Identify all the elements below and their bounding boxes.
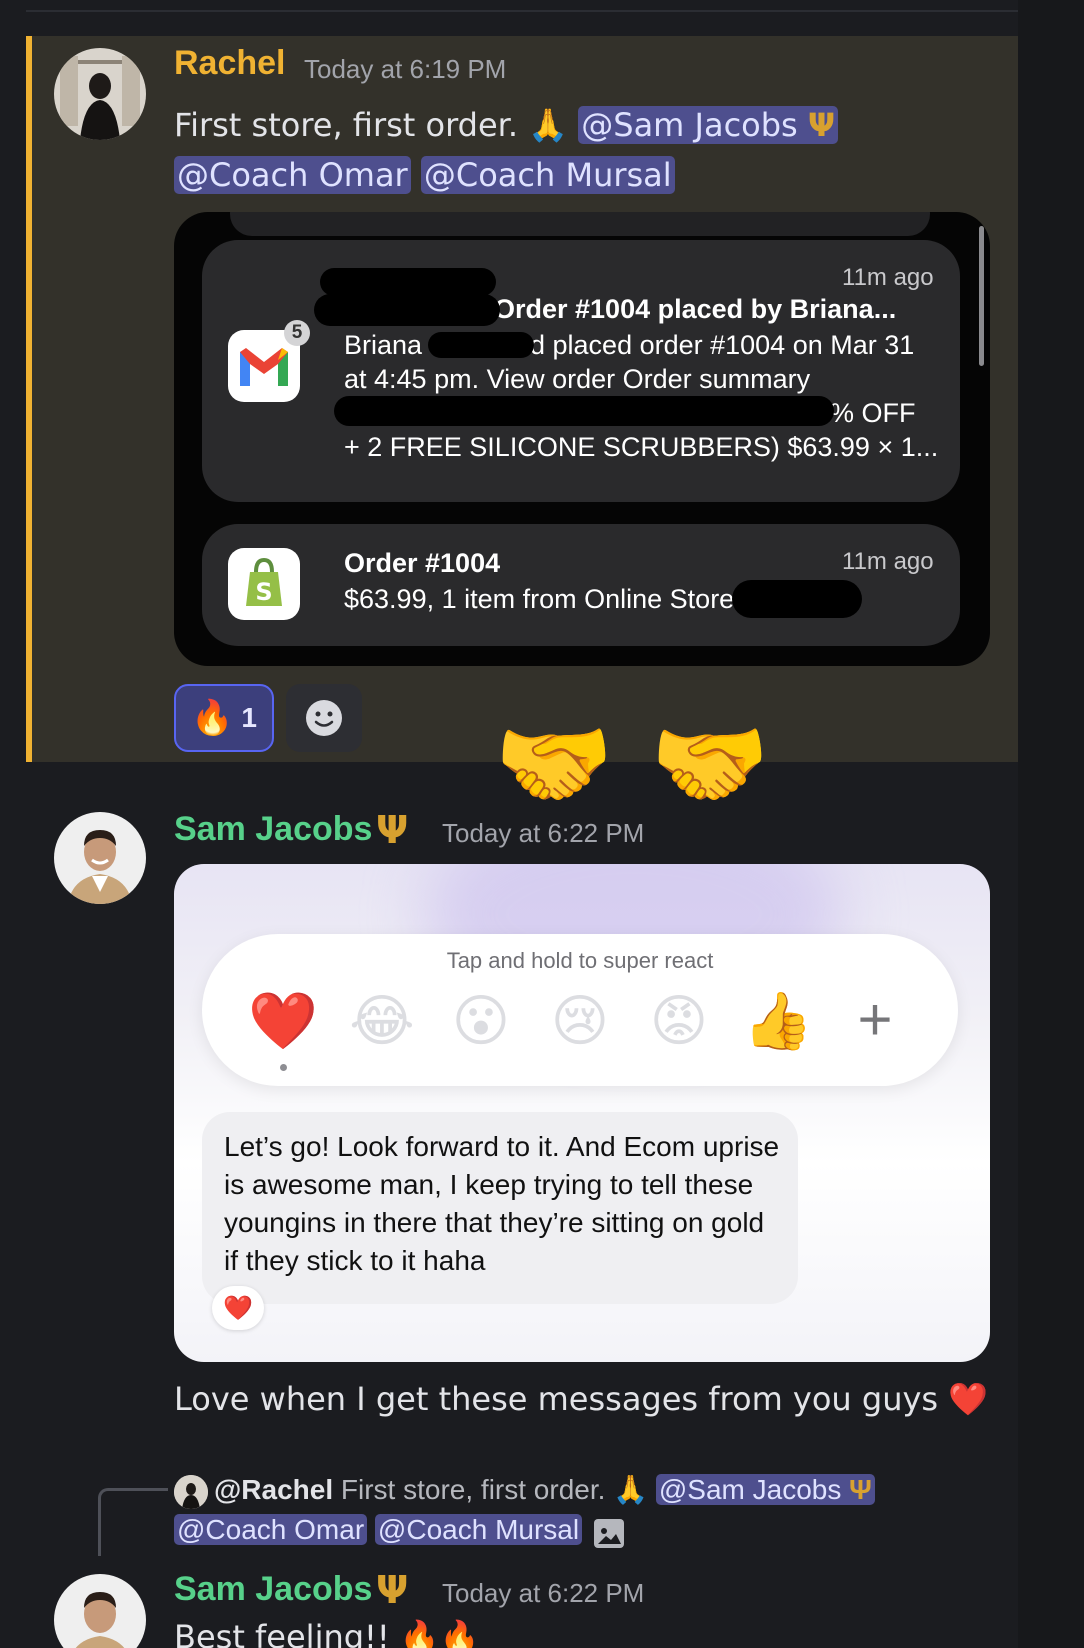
add-reaction-button[interactable] (286, 684, 362, 752)
notification-body-line: Briana (344, 330, 423, 360)
message-timestamp: Today at 6:22 PM (442, 818, 645, 848)
heart-react-option: ❤️ (248, 989, 318, 1054)
reply-author[interactable]: @Rachel (214, 1474, 333, 1505)
message-timestamp: Today at 6:19 PM (304, 54, 507, 84)
svg-text:S: S (255, 578, 272, 606)
notification-body-line: % OFF (830, 398, 916, 428)
reply-avatar-rachel (174, 1474, 208, 1509)
stacked-notification-shadow (230, 212, 930, 236)
unread-count-badge: 5 (284, 320, 310, 346)
notification-title: Order #1004 (344, 548, 501, 578)
reaction-count: 1 (241, 702, 257, 733)
reaction-fire[interactable]: 🔥 1 (174, 684, 274, 752)
handshake-emoji-overlay: 🤝 (650, 708, 770, 820)
heart-emoji: ❤️ (948, 1380, 989, 1418)
right-gutter (1018, 0, 1084, 1648)
redaction-mark (334, 396, 834, 426)
reply-reference[interactable]: @Rachel First store, first order. 🙏 @Sam… (174, 1470, 984, 1550)
trident-icon: Ψ (376, 1568, 409, 1612)
trident-icon: Ψ (849, 1474, 872, 1505)
pray-emoji: 🙏 (613, 1474, 649, 1505)
redaction-mark (428, 332, 534, 358)
redaction-mark (320, 268, 496, 296)
message-content: First store, first order. 🙏 @Sam Jacobs … (174, 100, 994, 200)
notification-body-line: + 2 FREE SILICONE SCRUBBERS) $63.99 × 1.… (344, 432, 939, 462)
mention-coach-omar[interactable]: @Coach Omar (174, 156, 411, 194)
surprised-react-option: 😮 (451, 989, 511, 1054)
notification-time: 11m ago (842, 548, 934, 575)
order-screenshot-attachment[interactable]: 5 11m ago Order #1004 placed by Briana..… (174, 212, 990, 666)
mention-label: @Sam Jacobs (658, 1474, 842, 1505)
thumbs-up-react-option: 👍 (743, 989, 813, 1054)
notification-title: Order #1004 placed by Briana... (494, 294, 897, 324)
avatar-sam-jacobs-image (54, 812, 146, 904)
avatar-rachel[interactable] (54, 48, 146, 140)
gmail-notification[interactable]: 5 11m ago Order #1004 placed by Briana..… (202, 240, 960, 502)
message-text: First store, first order. (174, 106, 519, 144)
notification-body-line: at 4:45 pm. View order Order summary (344, 364, 811, 394)
reply-text: First store, first order. (340, 1474, 606, 1505)
author-name[interactable]: Sam Jacobs (174, 810, 372, 849)
mention-coach-omar[interactable]: @Coach Omar (174, 1514, 368, 1545)
shopify-icon: S (228, 548, 300, 620)
selected-react-indicator (280, 1064, 287, 1071)
handshake-emoji-overlay: 🤝 (494, 708, 614, 820)
mention-coach-mursal[interactable]: @Coach Mursal (420, 156, 675, 194)
avatar-sam-jacobs[interactable] (54, 1574, 146, 1648)
message-text: Best feeling!! (174, 1618, 390, 1648)
screenshot-scrollbar (979, 226, 984, 366)
more-reactions-icon: + (857, 986, 893, 1053)
redaction-mark (314, 294, 500, 326)
author-name[interactable]: Rachel (174, 44, 286, 83)
shopify-notification[interactable]: S 11m ago Order #1004 $63.99, 1 item fro… (202, 524, 960, 646)
message-content: Best feeling!! 🔥🔥 (174, 1612, 994, 1648)
fire-emoji: 🔥 (191, 698, 234, 738)
image-attachment-icon (593, 1518, 624, 1548)
avatar-sam-jacobs-image (54, 1574, 146, 1648)
message-content: Love when I get these messages from you … (174, 1374, 994, 1424)
dm-message-bubble: Let’s go! Look forward to it. And Ecom u… (202, 1112, 798, 1304)
dm-screenshot-attachment[interactable]: Tap and hold to super react ❤️ 😂 😮 😢 😡 👍… (174, 864, 990, 1362)
mention-label: @Sam Jacobs (581, 106, 798, 144)
notification-body: $63.99, 1 item from Online Store · (344, 584, 751, 614)
laughing-react-option: 😂 (349, 989, 415, 1054)
redaction-mark (732, 580, 862, 618)
mention-highlight-bar (26, 36, 32, 762)
mention-sam-jacobs[interactable]: @Sam Jacobs Ψ (655, 1474, 875, 1505)
notification-time: 11m ago (842, 264, 934, 291)
top-divider (26, 10, 1018, 12)
mention-coach-mursal[interactable]: @Coach Mursal (374, 1514, 583, 1545)
angry-react-option: 😡 (649, 989, 709, 1054)
smiley-icon (306, 700, 342, 736)
notification-body-line: d placed order #1004 on Mar 31 (530, 330, 915, 360)
dm-message-text: Let’s go! Look forward to it. And Ecom u… (224, 1131, 780, 1276)
reply-connector (98, 1488, 168, 1556)
trident-icon: Ψ (376, 808, 409, 852)
message-timestamp: Today at 6:22 PM (442, 1578, 645, 1608)
super-react-hint: Tap and hold to super react (446, 948, 714, 973)
fire-emoji: 🔥🔥 (399, 1618, 480, 1648)
message-text: Love when I get these messages from you … (174, 1380, 939, 1418)
bubble-heart-reaction: ❤️ (212, 1286, 264, 1330)
crying-react-option: 😢 (550, 989, 610, 1054)
mention-sam-jacobs[interactable]: @Sam Jacobs Ψ (578, 106, 839, 144)
avatar-sam-jacobs[interactable] (54, 812, 146, 904)
pray-emoji: 🙏 (528, 106, 569, 144)
trident-icon: Ψ (807, 106, 836, 144)
super-react-bar: Tap and hold to super react ❤️ 😂 😮 😢 😡 👍… (202, 934, 958, 1086)
avatar-rachel-image (54, 48, 146, 140)
author-name[interactable]: Sam Jacobs (174, 1570, 372, 1609)
